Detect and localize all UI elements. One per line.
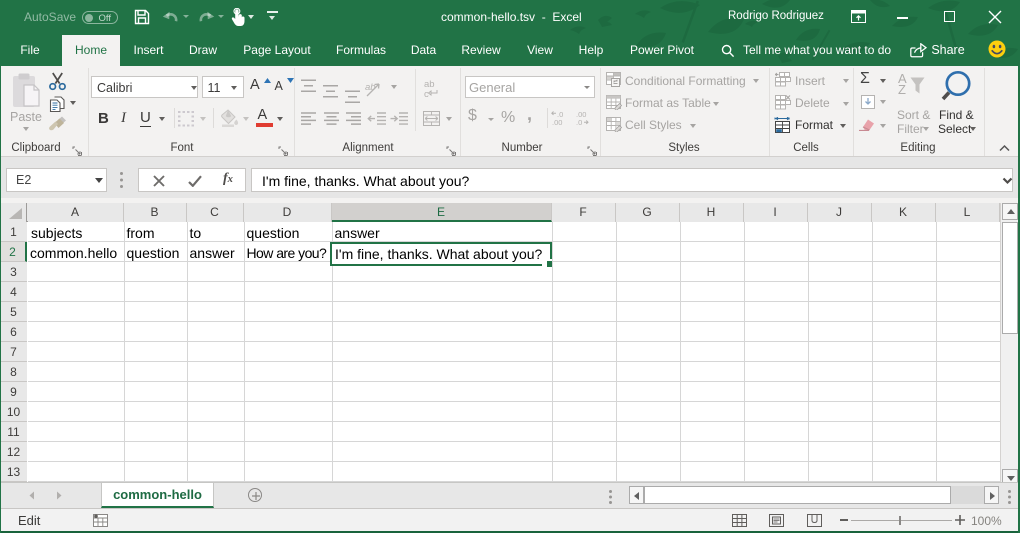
svg-text:.00: .00 [552,118,562,126]
svg-text:ab: ab [365,82,376,93]
svg-text:c: c [424,89,429,98]
svg-text:.0: .0 [576,118,582,126]
